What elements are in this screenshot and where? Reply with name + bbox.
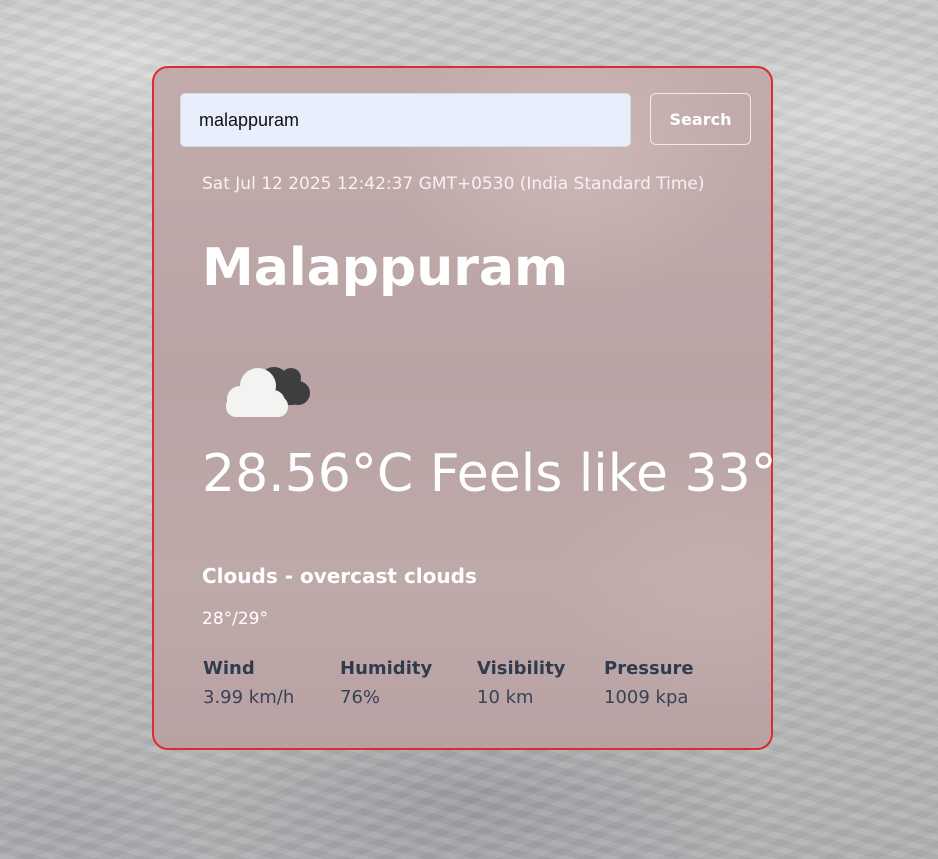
current-datetime: Sat Jul 12 2025 12:42:37 GMT+0530 (India…: [202, 174, 705, 194]
weather-condition: Clouds - overcast clouds: [202, 564, 477, 588]
overcast-clouds-icon: [218, 356, 314, 420]
stat-pressure: Pressure 1009 kpa: [604, 657, 694, 710]
stat-visibility-value: 10 km: [477, 687, 534, 708]
stat-pressure-value: 1009 kpa: [604, 687, 689, 708]
stat-visibility: Visibility 10 km: [477, 657, 565, 710]
search-input[interactable]: [180, 93, 631, 147]
stat-wind-label: Wind: [203, 658, 255, 679]
city-name: Malappuram: [202, 238, 569, 298]
stat-visibility-label: Visibility: [477, 658, 566, 679]
search-button[interactable]: Search: [650, 93, 751, 145]
temperature-readout: 28.56°C Feels like 33°: [202, 444, 777, 504]
min-max-temperature: 28°/29°: [202, 609, 268, 629]
stat-humidity-label: Humidity: [340, 658, 433, 679]
stat-wind: Wind 3.99 km/h: [203, 657, 294, 710]
weather-card: Search Sat Jul 12 2025 12:42:37 GMT+0530…: [152, 66, 777, 750]
stat-wind-value: 3.99 km/h: [203, 687, 295, 708]
stat-humidity-value: 76%: [340, 687, 381, 708]
stat-humidity: Humidity 76%: [340, 657, 432, 710]
stat-pressure-label: Pressure: [604, 658, 694, 679]
